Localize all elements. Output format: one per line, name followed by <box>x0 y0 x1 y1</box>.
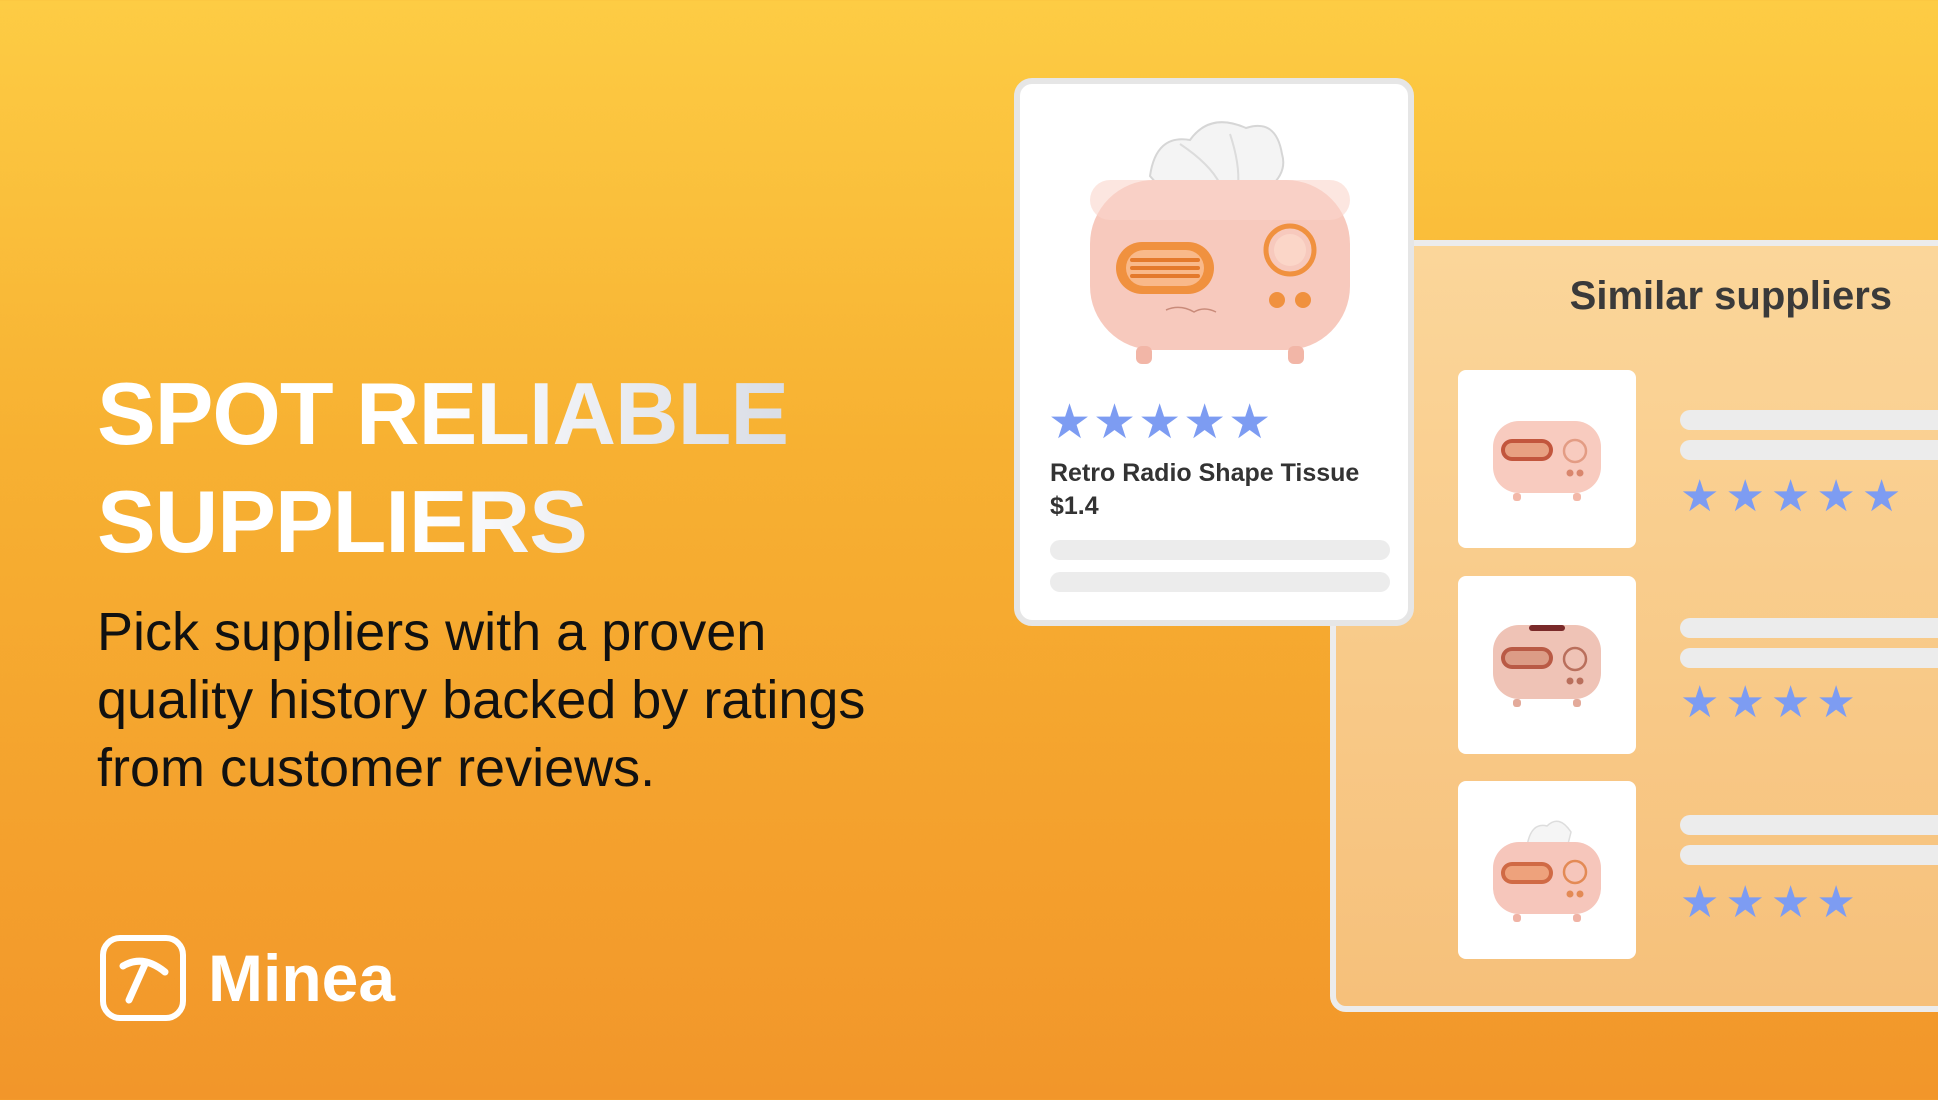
product-price: $1.4 <box>1050 492 1099 520</box>
star-icon: ★ <box>1138 396 1182 449</box>
star-icon: ★ <box>1093 396 1137 449</box>
placeholder-bar <box>1680 618 1938 638</box>
retro-radio-tissue-box-image <box>1090 121 1350 364</box>
supplier-thumbnail <box>1458 576 1636 754</box>
star-icon: ★ <box>1725 878 1765 927</box>
star-icon: ★ <box>1770 678 1811 727</box>
supplier-thumbnail <box>1458 781 1636 959</box>
subtitle-line-2: quality history backed by ratings <box>97 670 866 730</box>
radio-tissue-box-thumbnail <box>1493 625 1601 707</box>
radio-tissue-box-with-tissue-thumbnail <box>1493 820 1601 922</box>
placeholder-bar <box>1680 648 1938 668</box>
star-icon: ★ <box>1228 396 1272 449</box>
brand-name: Minea <box>208 941 396 1015</box>
placeholder-bar <box>1050 540 1390 560</box>
star-icon: ★ <box>1816 678 1856 727</box>
headline-line-1: SPOT RELIABLE <box>97 364 789 463</box>
star-icon: ★ <box>1680 678 1720 727</box>
star-icon: ★ <box>1183 396 1227 449</box>
radio-tissue-box-thumbnail <box>1493 421 1601 501</box>
brand-logo[interactable]: Minea <box>100 935 395 1021</box>
star-icon: ★ <box>1725 472 1765 521</box>
star-icon: ★ <box>1816 472 1856 521</box>
supplier-item[interactable]: ★ ★ ★ ★ <box>1458 781 1938 959</box>
placeholder-bar <box>1680 440 1938 460</box>
pickaxe-icon <box>100 935 186 1021</box>
star-icon: ★ <box>1861 472 1902 521</box>
headline: SPOT RELIABLE SUPPLIERS <box>97 360 788 576</box>
star-icon: ★ <box>1770 878 1811 927</box>
placeholder-bar <box>1680 815 1938 835</box>
similar-suppliers-title: Similar suppliers <box>1569 274 1892 318</box>
star-icon: ★ <box>1770 472 1811 521</box>
star-icon: ★ <box>1680 472 1720 521</box>
star-icon: ★ <box>1725 678 1765 727</box>
supplier-item[interactable]: ★ ★ ★ ★ <box>1458 576 1938 754</box>
supplier-item[interactable]: ★ ★ ★ ★ ★ <box>1458 370 1938 548</box>
subtitle-line-1: Pick suppliers with a proven <box>97 602 767 662</box>
product-image <box>1070 114 1370 384</box>
placeholder-bar <box>1680 845 1938 865</box>
star-icon: ★ <box>1680 878 1720 927</box>
placeholder-bar <box>1050 572 1390 592</box>
supplier-rating: ★ ★ ★ ★ ★ <box>1680 475 1907 519</box>
supplier-rating: ★ ★ ★ ★ <box>1680 681 1862 725</box>
similar-suppliers-panel: Similar suppliers ★ ★ ★ ★ ★ ★ ★ ★ ★ ★ ★ … <box>1330 240 1938 1012</box>
subtitle: Pick suppliers with a proven quality hist… <box>97 598 997 802</box>
headline-line-2: SUPPLIERS <box>97 472 587 571</box>
star-icon: ★ <box>1816 878 1856 927</box>
supplier-thumbnail <box>1458 370 1636 548</box>
product-name: Retro Radio Shape Tissue <box>1050 459 1360 487</box>
placeholder-bar <box>1680 410 1938 430</box>
subtitle-line-3: from customer reviews. <box>97 738 656 798</box>
product-rating: ★ ★ ★ ★ ★ <box>1048 399 1273 447</box>
star-icon: ★ <box>1048 396 1092 449</box>
supplier-rating: ★ ★ ★ ★ <box>1680 881 1862 925</box>
product-card[interactable]: ★ ★ ★ ★ ★ Retro Radio Shape Tissue $1.4 <box>1014 78 1414 626</box>
